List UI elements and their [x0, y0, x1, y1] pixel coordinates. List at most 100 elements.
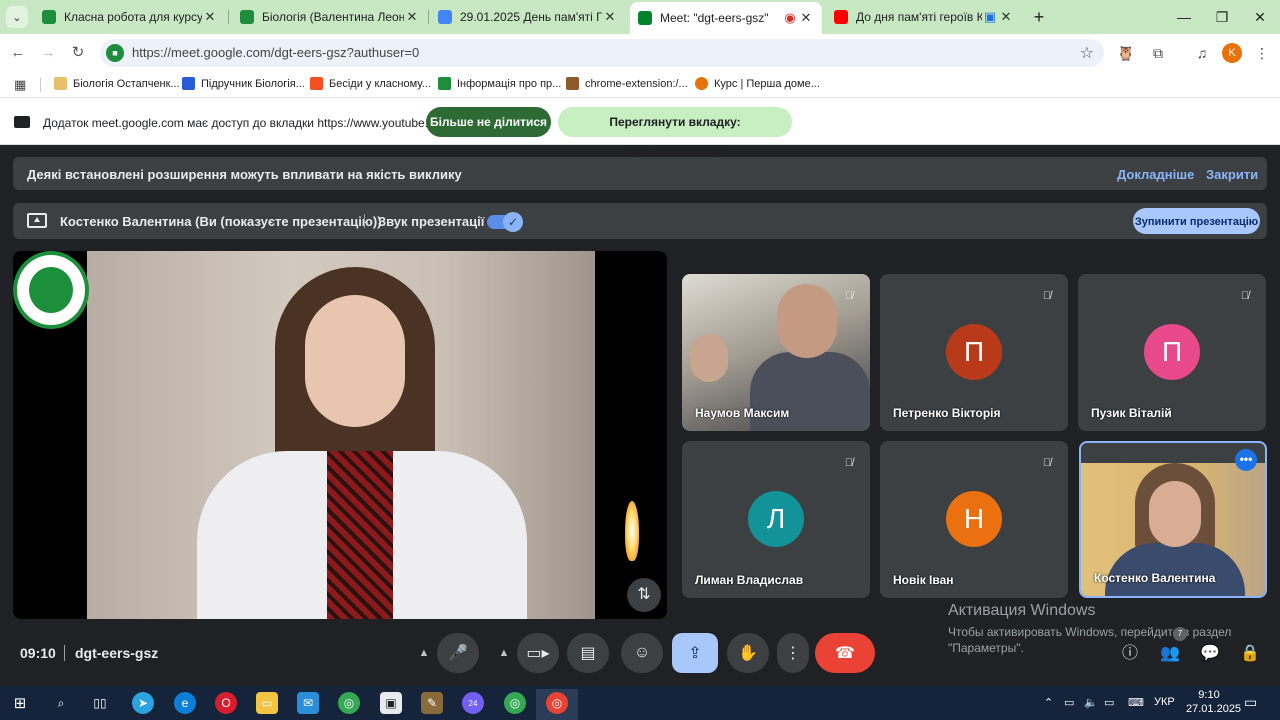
viber-badge: 24	[468, 698, 478, 708]
bookmark-star-icon[interactable]: ☆	[1080, 43, 1094, 63]
onscreen-keyboard-icon[interactable]: ⌨	[1128, 696, 1144, 709]
telegram-icon[interactable]: ➤	[132, 692, 154, 714]
self-participant-tile[interactable]: ••• Костенко Валентина	[1079, 441, 1267, 598]
presentation-sound-toggle[interactable]: ✓	[487, 212, 523, 232]
more-options-icon[interactable]: •••	[1235, 449, 1257, 471]
maximize-button[interactable]: ❐	[1202, 5, 1242, 29]
forward-arrow-icon[interactable]: →	[37, 42, 59, 64]
volume-icon[interactable]: 🔈	[1084, 696, 1098, 709]
bookmark-item[interactable]: Біологія Остапченк...	[54, 77, 180, 90]
participant-tile[interactable]: 🎙̸ П Петренко Вікторія	[880, 274, 1068, 431]
new-tab-button[interactable]: +	[1028, 6, 1050, 28]
opera-icon[interactable]: O	[215, 692, 237, 714]
extensions-notice: Деякі встановлені розширення можуть впли…	[13, 157, 1267, 190]
chrome-active-icon[interactable]: ◎	[546, 692, 568, 714]
host-controls-icon[interactable]: 🔒	[1239, 643, 1261, 665]
chat-icon[interactable]: 💬	[1199, 643, 1221, 665]
camera-button[interactable]: ▭▸	[517, 633, 559, 673]
menu-kebab-icon[interactable]: ⋮	[1252, 43, 1272, 63]
tab-search-icon[interactable]: ⌄	[6, 6, 28, 28]
video-options-chevron-icon[interactable]: ▲	[492, 633, 516, 673]
close-window-button[interactable]: ✕	[1240, 5, 1280, 29]
swap-arrows-icon[interactable]: ⇅	[627, 578, 661, 612]
notifications-icon[interactable]: ▭	[1244, 694, 1257, 711]
chrome-profile-icon[interactable]: ◎	[504, 692, 526, 714]
present-now-button[interactable]: ⇪	[672, 633, 718, 673]
recording-indicator-icon: ◉	[784, 10, 796, 25]
tray-chevron-icon[interactable]: ⌃	[1044, 696, 1053, 709]
system-time: 9:10	[1198, 689, 1220, 701]
close-tab-icon[interactable]: ✕	[798, 10, 814, 26]
browser-tab-2[interactable]: Біологія (Валентина Леонідівн ✕	[232, 4, 428, 30]
shared-presentation-video[interactable]: ⇅	[13, 251, 667, 619]
raise-hand-icon: ✋	[738, 645, 758, 662]
close-tab-icon[interactable]: ✕	[202, 9, 218, 25]
close-tab-icon[interactable]: ✕	[404, 9, 420, 25]
browser-tab-5[interactable]: До дня пам'яті героїв Крут ▣ ✕	[826, 4, 1022, 30]
raise-hand-button[interactable]: ✋	[727, 633, 769, 673]
task-view-icon[interactable]: ▯▯	[89, 692, 111, 714]
media-controls-icon[interactable]: ♫	[1192, 43, 1212, 63]
microphone-button[interactable]: 🎤	[437, 633, 479, 673]
view-shared-tab-button[interactable]: Переглянути вкладку: www.youtube.com	[558, 107, 792, 159]
participant-avatar: Л	[748, 491, 804, 547]
person-face	[1149, 481, 1201, 547]
search-icon[interactable]: ⌕	[50, 692, 72, 714]
chrome-icon[interactable]: ◎	[338, 692, 360, 714]
bookmark-item[interactable]: chrome-extension:/...	[566, 77, 688, 90]
bookmark-item[interactable]: Підручник Біологія...	[182, 77, 305, 90]
stop-sharing-button[interactable]: Більше не ділитися	[426, 107, 551, 137]
people-icon[interactable]: 👥	[1159, 643, 1181, 665]
reload-icon[interactable]: ↻	[67, 42, 89, 64]
presenter-label: Костенко Валентина (Ви (показуєте презен…	[60, 214, 382, 229]
language-indicator[interactable]: УКР	[1154, 696, 1175, 708]
participant-tile[interactable]: 🎙̸ П Пузик Віталій	[1078, 274, 1266, 431]
close-notice-link[interactable]: Закрити	[1206, 167, 1258, 182]
profile-avatar[interactable]: K	[1222, 43, 1242, 63]
leave-call-button[interactable]: ☎	[815, 633, 875, 673]
browser-tab-3[interactable]: 29.01.2025 День пам'яті Героїв ✕	[430, 4, 626, 30]
camera-icon: ▭▸	[526, 645, 550, 662]
bookmark-item[interactable]: Бесіди у класному...	[310, 77, 431, 90]
bookmark-item[interactable]: Курс | Перша доме...	[695, 77, 820, 90]
extensions-puzzle-icon[interactable]: ⧉	[1148, 43, 1168, 63]
embroidery-pattern	[327, 451, 393, 619]
store-icon[interactable]: ▣	[380, 692, 402, 714]
learn-more-link[interactable]: Докладніше	[1117, 167, 1194, 182]
participant-name: Петренко Вікторія	[893, 406, 1001, 420]
more-options-button[interactable]: ⋮	[777, 633, 809, 673]
stop-presenting-label: Зупинити презентацію	[1134, 215, 1259, 228]
meeting-info-icon[interactable]: ⓘ	[1119, 643, 1141, 665]
participant-tile[interactable]: 🎙̸ Н Новік Іван	[880, 441, 1068, 598]
person-small	[690, 334, 728, 382]
bookmark-item[interactable]: Інформація про пр...	[438, 77, 561, 90]
minimize-button[interactable]: —	[1164, 5, 1204, 29]
browser-toolbar: ← → ↻ ■ https://meet.google.com/dgt-eers…	[0, 34, 1280, 72]
mail-icon[interactable]: ✉	[297, 692, 319, 714]
participant-tile[interactable]: 🎙̸ Наумов Максим	[682, 274, 870, 431]
system-clock[interactable]: 9:10 27.01.2025	[1186, 688, 1241, 716]
browser-tab-4-active[interactable]: Meet: "dgt-eers-gsz" ◉ ✕	[630, 2, 822, 34]
participant-name: Костенко Валентина	[1094, 571, 1216, 585]
participant-tile[interactable]: 🎙̸ Л Лиман Владислав	[682, 441, 870, 598]
battery-icon[interactable]: ▭	[1064, 696, 1074, 709]
file-explorer-icon[interactable]: ▭	[256, 692, 278, 714]
app-icon[interactable]: ✎	[421, 692, 443, 714]
extension-owl-icon[interactable]: 🦉	[1116, 43, 1136, 63]
audio-options-chevron-icon[interactable]: ▲	[412, 633, 436, 673]
network-icon[interactable]: ▭	[1104, 696, 1114, 709]
edge-icon[interactable]: e	[174, 692, 196, 714]
reactions-button[interactable]: ☺	[621, 633, 663, 673]
apps-grid-icon[interactable]: ▦	[14, 77, 26, 93]
windows-start-icon[interactable]: ⊞	[9, 692, 31, 714]
close-tab-icon[interactable]: ✕	[602, 9, 618, 25]
stop-presenting-button[interactable]: Зупинити презентацію	[1133, 208, 1260, 234]
address-bar[interactable]: ■ https://meet.google.com/dgt-eers-gsz?a…	[100, 39, 1104, 67]
back-arrow-icon[interactable]: ←	[7, 42, 29, 64]
captions-button[interactable]: ▤	[567, 633, 609, 673]
mic-off-icon: 🎙̸	[1042, 290, 1052, 302]
meet-camera-icon[interactable]: ■	[106, 44, 124, 62]
viber-icon[interactable]: 24	[462, 692, 484, 714]
browser-tab-1[interactable]: Класна робота для курсу "76 к ✕	[34, 4, 226, 30]
close-tab-icon[interactable]: ✕	[998, 9, 1014, 25]
